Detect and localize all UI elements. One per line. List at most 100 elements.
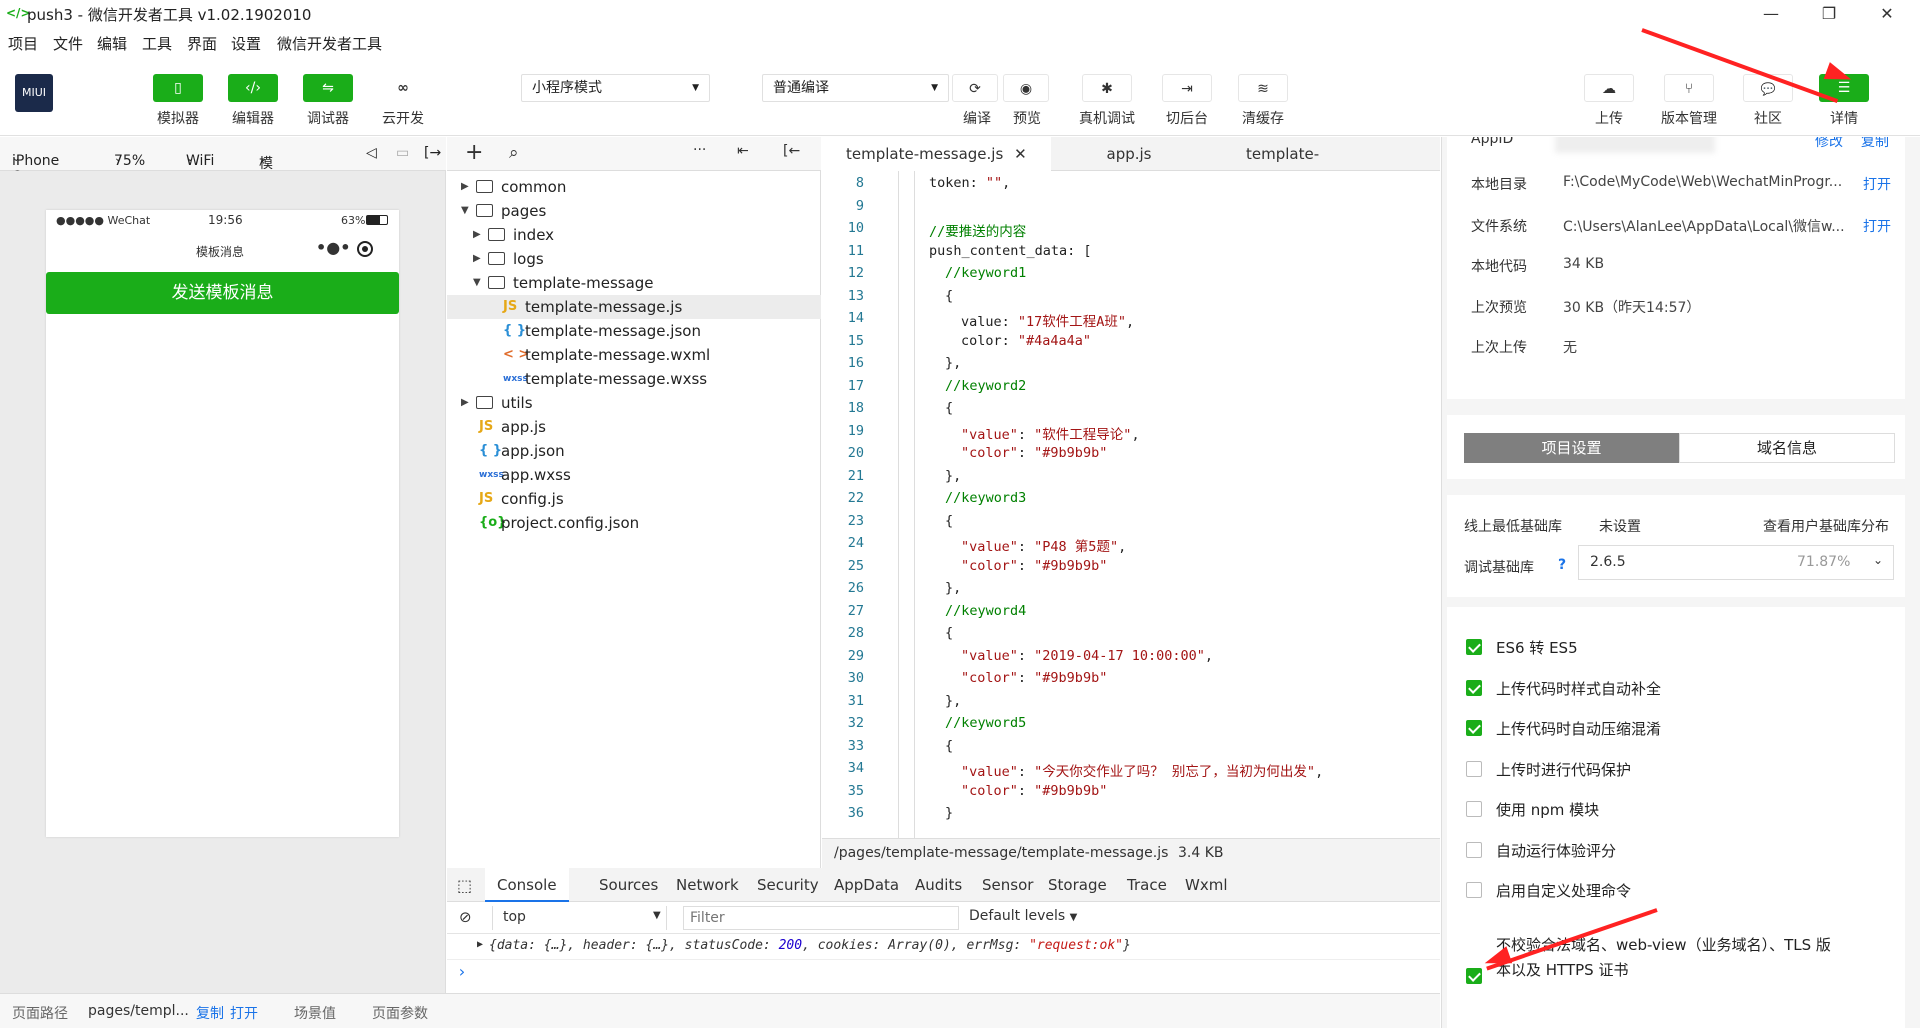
caret-down-icon[interactable]: ▼: [461, 199, 469, 223]
code-line[interactable]: push_content_data: [: [929, 243, 1092, 259]
capsule-close-icon[interactable]: [357, 241, 373, 257]
file-app.json[interactable]: { } app.json: [447, 439, 821, 463]
tab-domain-info[interactable]: 域名信息: [1679, 433, 1895, 463]
detach-icon[interactable]: [→: [424, 145, 441, 161]
code-line[interactable]: "color": "#9b9b9b": [961, 670, 1107, 686]
option-checkbox-1[interactable]: [1466, 679, 1482, 696]
folder-logs[interactable]: ▶ logs: [447, 247, 821, 271]
folder-common[interactable]: ▶ common: [447, 175, 821, 199]
info-link-0-0[interactable]: 修改: [1815, 137, 1843, 151]
folder-utils[interactable]: ▶ utils: [447, 391, 821, 415]
menu-file[interactable]: 文件: [53, 33, 83, 54]
code-line[interactable]: value: "17软件工程A班",: [961, 310, 1134, 330]
caret-right-icon[interactable]: ▶: [461, 391, 469, 415]
devtools-tab-network[interactable]: Network: [676, 876, 739, 894]
clear-cache-button[interactable]: ≋: [1238, 74, 1288, 102]
info-link-2-0[interactable]: 打开: [1863, 216, 1891, 236]
code-line[interactable]: "value": "P48 第5题",: [961, 535, 1126, 555]
folder-index[interactable]: ▶ index: [447, 223, 821, 247]
option-checkbox-3[interactable]: [1466, 760, 1482, 777]
menu-settings[interactable]: 设置: [231, 33, 261, 54]
page-params-button[interactable]: 页面参数: [372, 1003, 428, 1023]
lib-distribution-link[interactable]: 查看用户基础库分布: [1763, 516, 1889, 536]
scene-value-button[interactable]: 场景值: [294, 1003, 336, 1023]
file-template-message.js[interactable]: JS template-message.js: [447, 295, 821, 319]
devtools-tab-appdata[interactable]: AppData: [834, 876, 899, 894]
caret-right-icon[interactable]: ▶: [473, 223, 481, 247]
console-log-row[interactable]: ▶ {data: {…}, header: {…}, statusCode: 2…: [447, 934, 1440, 960]
code-line[interactable]: token: "",: [929, 175, 1010, 191]
code-line[interactable]: {: [945, 513, 953, 529]
caret-right-icon[interactable]: ▶: [473, 247, 481, 271]
code-line[interactable]: {: [945, 625, 953, 641]
code-editor[interactable]: 8 token: "", 9 10 //要推送的内容 11 push_content_dat…: [822, 171, 1440, 838]
hide-panel-icon[interactable]: [←: [783, 143, 800, 159]
info-link-1-0[interactable]: 打开: [1863, 174, 1891, 194]
help-icon[interactable]: ?: [1551, 554, 1573, 576]
option-checkbox-2[interactable]: [1466, 720, 1482, 736]
code-line[interactable]: //keyword4: [945, 603, 1026, 619]
debugger-toggle-button[interactable]: ⇋: [303, 74, 353, 102]
tab-app-js[interactable]: app.js: [1036, 137, 1222, 171]
devtools-tab-sources[interactable]: Sources: [599, 876, 658, 894]
clear-console-icon[interactable]: ⊘: [459, 908, 472, 926]
devtools-tab-trace[interactable]: Trace: [1127, 876, 1167, 894]
code-line[interactable]: },: [945, 355, 961, 371]
code-line[interactable]: //keyword2: [945, 378, 1026, 394]
remote-debug-button[interactable]: ✱: [1082, 74, 1132, 102]
tab-template-message-js[interactable]: template-message.js ✕: [822, 137, 1051, 171]
debug-lib-select[interactable]: 2.6.5 71.87% ⌄: [1578, 545, 1894, 580]
code-line[interactable]: "value": "软件工程导论",: [961, 423, 1140, 443]
menu-edit[interactable]: 编辑: [97, 33, 127, 54]
more-icon[interactable]: ···: [693, 142, 706, 158]
code-line[interactable]: "color": "#9b9b9b": [961, 558, 1107, 574]
console-filter-input[interactable]: [683, 906, 959, 930]
avatar[interactable]: MIUI: [15, 74, 53, 112]
file-app.js[interactable]: JS app.js: [447, 415, 821, 439]
compile-button[interactable]: ⟳: [952, 74, 998, 102]
file-template-message.json[interactable]: { } template-message.json: [447, 319, 821, 343]
devtools-tab-console[interactable]: Console: [485, 868, 569, 902]
add-icon[interactable]: +: [465, 140, 483, 165]
code-line[interactable]: //keyword1: [945, 265, 1026, 281]
menu-wechat-devtools[interactable]: 微信开发者工具: [277, 33, 382, 54]
search-icon[interactable]: ⌕: [509, 143, 519, 163]
code-line[interactable]: },: [945, 693, 961, 709]
menu-tools[interactable]: 工具: [142, 33, 172, 54]
file-template-message.wxss[interactable]: wxss template-message.wxss: [447, 367, 821, 391]
copy-path-link[interactable]: 复制: [196, 1003, 224, 1023]
minimize-button[interactable]: —: [1746, 0, 1796, 28]
code-line[interactable]: "value": "2019-04-17 10:00:00",: [961, 648, 1213, 664]
devtools-tab-security[interactable]: Security: [757, 876, 819, 894]
background-button[interactable]: ⇥: [1162, 74, 1212, 102]
code-line[interactable]: }: [945, 805, 953, 821]
log-levels-select[interactable]: Default levels ▼: [969, 908, 1077, 924]
code-line[interactable]: //keyword5: [945, 715, 1026, 731]
devtools-tab-audits[interactable]: Audits: [915, 876, 962, 894]
version-button[interactable]: ⑂: [1664, 74, 1714, 102]
menu-view[interactable]: 界面: [187, 33, 217, 54]
tab-project-settings[interactable]: 项目设置: [1464, 433, 1679, 463]
option-checkbox-6[interactable]: [1466, 882, 1482, 898]
upload-button[interactable]: ☁: [1584, 74, 1634, 102]
simulator-toggle-button[interactable]: ▯: [153, 74, 203, 102]
devtools-tab-storage[interactable]: Storage: [1048, 876, 1107, 894]
console-prompt-icon[interactable]: ›: [457, 962, 467, 981]
close-icon[interactable]: ✕: [1014, 145, 1027, 163]
code-line[interactable]: {: [945, 738, 953, 754]
folder-pages[interactable]: ▼ pages: [447, 199, 821, 223]
preview-button[interactable]: ◉: [1003, 74, 1049, 102]
window-icon[interactable]: ▭: [396, 145, 409, 161]
skip-domain-check-checkbox[interactable]: [1466, 968, 1482, 984]
editor-toggle-button[interactable]: ‹/›: [228, 74, 278, 102]
file-config.js[interactable]: JS config.js: [447, 487, 821, 511]
compile-select[interactable]: 普通编译 ▼: [762, 74, 949, 102]
code-line[interactable]: {: [945, 400, 953, 416]
caret-down-icon[interactable]: ▼: [473, 271, 481, 295]
file-project.config.json[interactable]: {o} project.config.json: [447, 511, 821, 535]
code-line[interactable]: },: [945, 468, 961, 484]
devtools-tab-sensor[interactable]: Sensor: [982, 876, 1033, 894]
menu-project[interactable]: 项目: [8, 33, 38, 54]
code-line[interactable]: //keyword3: [945, 490, 1026, 506]
code-line[interactable]: "color": "#9b9b9b": [961, 445, 1107, 461]
